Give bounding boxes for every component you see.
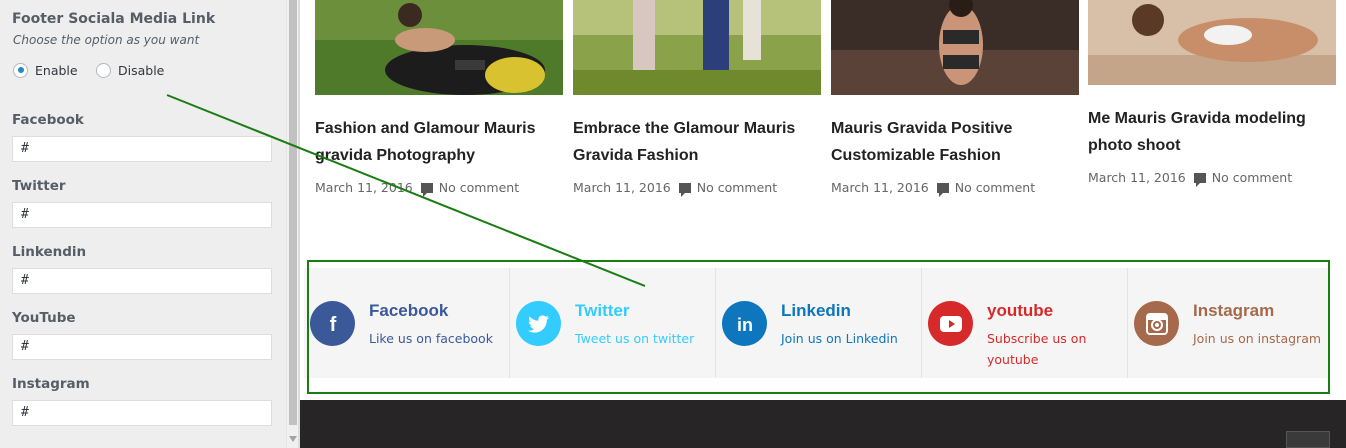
facebook-field[interactable]: # (12, 136, 272, 162)
panel-title: Footer Sociala Media Link (12, 11, 216, 27)
annotation-highlight-box (307, 260, 1330, 394)
panel-scrollbar[interactable] (286, 0, 298, 448)
scrollbar-thumb[interactable] (289, 0, 297, 425)
customizer-panel: Footer Sociala Media Link Choose the opt… (0, 0, 286, 448)
youtube-field[interactable]: # (12, 334, 272, 360)
radio-disable[interactable]: Disable (96, 61, 164, 79)
post-card: Me Mauris Gravida modeling photo shoot M… (1088, 0, 1336, 190)
instagram-field-label: Instagram (12, 376, 90, 392)
post-title[interactable]: Fashion and Glamour Mauris gravida Photo… (315, 115, 563, 169)
linkedin-field-label: Linkendin (12, 244, 87, 260)
post-comments[interactable]: No comment (697, 180, 777, 195)
comment-icon (678, 182, 691, 197)
radio-button-disable[interactable] (96, 62, 111, 78)
site-footer (300, 400, 1346, 448)
linkedin-field[interactable]: # (12, 268, 272, 294)
post-card: Fashion and Glamour Mauris gravida Photo… (315, 0, 563, 200)
twitter-field-label: Twitter (12, 178, 66, 194)
comment-icon (936, 182, 949, 197)
post-image[interactable] (1088, 0, 1336, 85)
scroll-down-arrow-icon[interactable] (289, 436, 297, 442)
post-title[interactable]: Embrace the Glamour Mauris Gravida Fashi… (573, 115, 821, 169)
post-image[interactable] (573, 0, 821, 95)
post-image[interactable] (315, 0, 563, 95)
post-meta: March 11, 2016 No comment (315, 180, 519, 197)
radio-enable-label: Enable (35, 62, 78, 78)
youtube-field-label: YouTube (12, 310, 76, 326)
post-date: March 11, 2016 (1088, 170, 1186, 185)
twitter-field[interactable]: # (12, 202, 272, 228)
panel-divider (298, 0, 300, 448)
facebook-field-label: Facebook (12, 112, 84, 128)
post-image[interactable] (831, 0, 1079, 95)
comment-icon (1193, 172, 1206, 187)
post-date: March 11, 2016 (315, 180, 413, 195)
post-title[interactable]: Me Mauris Gravida modeling photo shoot (1088, 105, 1336, 159)
post-comments[interactable]: No comment (1212, 170, 1292, 185)
post-card: Embrace the Glamour Mauris Gravida Fashi… (573, 0, 821, 200)
post-date: March 11, 2016 (573, 180, 671, 195)
comment-icon (420, 182, 433, 197)
post-meta: March 11, 2016 No comment (831, 180, 1035, 197)
instagram-field[interactable]: # (12, 400, 272, 426)
post-meta: March 11, 2016 No comment (1088, 170, 1292, 187)
post-comments[interactable]: No comment (955, 180, 1035, 195)
post-comments[interactable]: No comment (439, 180, 519, 195)
radio-button-enable[interactable] (13, 62, 28, 78)
panel-description: Choose the option as you want (13, 33, 200, 47)
post-meta: March 11, 2016 No comment (573, 180, 777, 197)
radio-enable[interactable]: Enable (13, 61, 78, 79)
radio-disable-label: Disable (118, 62, 165, 78)
post-title[interactable]: Mauris Gravida Positive Customizable Fas… (831, 115, 1079, 169)
back-to-top-button[interactable] (1286, 431, 1330, 448)
post-card: Mauris Gravida Positive Customizable Fas… (831, 0, 1079, 200)
post-date: March 11, 2016 (831, 180, 929, 195)
